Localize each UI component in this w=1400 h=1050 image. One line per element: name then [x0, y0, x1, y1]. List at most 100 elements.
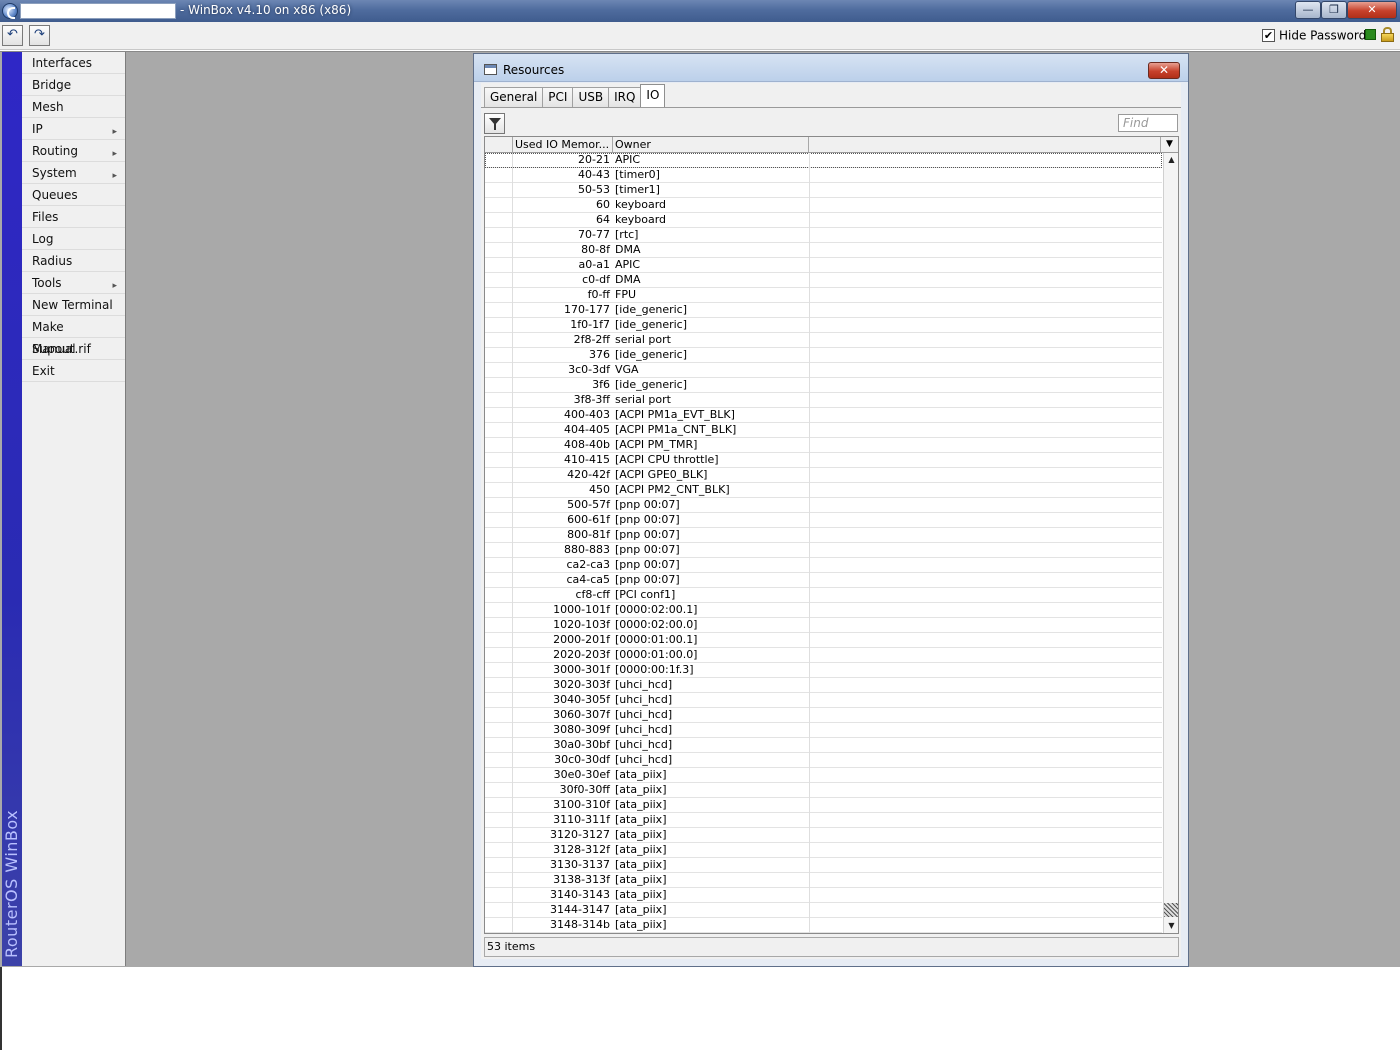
table-row[interactable]: 800-81f [pnp 00:07] [485, 528, 1162, 543]
table-row[interactable]: 30a0-30bf [uhci_hcd] [485, 738, 1162, 753]
table-row[interactable]: f0-ff FPU [485, 288, 1162, 303]
table-row[interactable]: 2f8-2ff serial port [485, 333, 1162, 348]
scroll-down-icon[interactable]: ▼ [1164, 919, 1178, 933]
winbox-app-icon[interactable] [2, 3, 18, 19]
cell-empty [809, 873, 1162, 888]
menu-item-exit[interactable]: Exit [22, 360, 125, 382]
table-row[interactable]: 30c0-30df [uhci_hcd] [485, 753, 1162, 768]
table-row[interactable]: 600-61f [pnp 00:07] [485, 513, 1162, 528]
menu-item-make-supout-rif[interactable]: Make Supout.rif [22, 316, 125, 356]
scroll-resize-grip[interactable] [1164, 903, 1178, 917]
table-row[interactable]: 404-405 [ACPI PM1a_CNT_BLK] [485, 423, 1162, 438]
table-row[interactable]: 376 [ide_generic] [485, 348, 1162, 363]
table-row[interactable]: 420-42f [ACPI GPE0_BLK] [485, 468, 1162, 483]
tab-usb[interactable]: USB [572, 87, 610, 107]
table-row[interactable]: 170-177 [ide_generic] [485, 303, 1162, 318]
menu-item-manual[interactable]: Manual [22, 338, 125, 360]
redo-button[interactable]: ↷ [29, 25, 50, 46]
menu-item-system[interactable]: System ▸ [22, 162, 125, 184]
table-row[interactable]: 1000-101f [0000:02:00.1] [485, 603, 1162, 618]
table-row[interactable]: 3020-303f [uhci_hcd] [485, 678, 1162, 693]
table-row[interactable]: 3110-311f [ata_piix] [485, 813, 1162, 828]
filter-icon[interactable] [484, 113, 505, 134]
find-input[interactable]: Find [1118, 114, 1178, 132]
table-row[interactable]: 30f0-30ff [ata_piix] [485, 783, 1162, 798]
title-address-field [20, 3, 176, 19]
close-button[interactable]: ✕ [1347, 1, 1397, 19]
vertical-scrollbar[interactable]: ▲ ▼ [1163, 153, 1178, 933]
table-row[interactable]: 3100-310f [ata_piix] [485, 798, 1162, 813]
resources-close-button[interactable]: ✕ [1148, 62, 1180, 79]
table-row[interactable]: 3128-312f [ata_piix] [485, 843, 1162, 858]
table-row[interactable]: 3f6 [ide_generic] [485, 378, 1162, 393]
table-row[interactable]: 500-57f [pnp 00:07] [485, 498, 1162, 513]
table-row[interactable]: 3130-3137 [ata_piix] [485, 858, 1162, 873]
table-row[interactable]: 3060-307f [uhci_hcd] [485, 708, 1162, 723]
table-row[interactable]: ca2-ca3 [pnp 00:07] [485, 558, 1162, 573]
table-row[interactable]: 1f0-1f7 [ide_generic] [485, 318, 1162, 333]
cell-empty [809, 528, 1162, 543]
cell-owner: [timer0] [615, 168, 660, 181]
menu-item-files[interactable]: Files [22, 206, 125, 228]
tab-general[interactable]: General [484, 87, 544, 107]
table-row[interactable]: c0-df DMA [485, 273, 1162, 288]
hide-passwords-toggle[interactable]: ✔ Hide Passwords [1262, 28, 1372, 43]
table-row[interactable]: 50-53 [timer1] [485, 183, 1162, 198]
menu-item-ip[interactable]: IP ▸ [22, 118, 125, 140]
table-row[interactable]: 70-77 [rtc] [485, 228, 1162, 243]
table-row[interactable]: 3040-305f [uhci_hcd] [485, 693, 1162, 708]
table-row[interactable]: 80-8f DMA [485, 243, 1162, 258]
menu-item-queues[interactable]: Queues [22, 184, 125, 206]
column-header-used-io[interactable]: Used IO Memor.../ [513, 137, 613, 152]
table-row[interactable]: 20-21 APIC [485, 153, 1162, 168]
cell-empty [809, 228, 1162, 243]
table-row[interactable]: a0-a1 APIC [485, 258, 1162, 273]
menu-item-interfaces[interactable]: Interfaces [22, 52, 125, 74]
hide-passwords-checkbox[interactable]: ✔ [1262, 29, 1275, 42]
table-row[interactable]: 40-43 [timer0] [485, 168, 1162, 183]
table-row[interactable]: 3148-314b [ata_piix] [485, 918, 1162, 933]
table-row[interactable]: cf8-cff [PCI conf1] [485, 588, 1162, 603]
undo-button[interactable]: ↶ [2, 25, 23, 46]
maximize-button[interactable]: ❐ [1321, 1, 1347, 19]
table-row[interactable]: 60 keyboard [485, 198, 1162, 213]
table-row[interactable]: 3f8-3ff serial port [485, 393, 1162, 408]
table-row[interactable]: 410-415 [ACPI CPU throttle] [485, 453, 1162, 468]
table-row[interactable]: ca4-ca5 [pnp 00:07] [485, 573, 1162, 588]
menu-item-tools[interactable]: Tools ▸ [22, 272, 125, 294]
row-flag-cell [485, 603, 513, 618]
menu-item-mesh[interactable]: Mesh [22, 96, 125, 118]
table-row[interactable]: 450 [ACPI PM2_CNT_BLK] [485, 483, 1162, 498]
column-header-owner[interactable]: Owner [613, 137, 809, 152]
menu-item-log[interactable]: Log [22, 228, 125, 250]
table-row[interactable]: 3120-3127 [ata_piix] [485, 828, 1162, 843]
table-row[interactable]: 3144-3147 [ata_piix] [485, 903, 1162, 918]
table-row[interactable]: 880-883 [pnp 00:07] [485, 543, 1162, 558]
table-row[interactable]: 3c0-3df VGA [485, 363, 1162, 378]
resources-title-bar[interactable]: Resources ✕ [474, 54, 1188, 82]
table-row[interactable]: 2020-203f [0000:01:00.0] [485, 648, 1162, 663]
minimize-button[interactable]: — [1295, 1, 1321, 19]
column-menu-icon[interactable]: ▼ [1161, 137, 1178, 152]
cell-owner: [uhci_hcd] [615, 723, 673, 736]
tab-io[interactable]: IO [640, 84, 666, 107]
table-row[interactable]: 3140-3143 [ata_piix] [485, 888, 1162, 903]
table-row[interactable]: 400-403 [ACPI PM1a_EVT_BLK] [485, 408, 1162, 423]
table-row[interactable]: 408-40b [ACPI PM_TMR] [485, 438, 1162, 453]
table-row[interactable]: 3080-309f [uhci_hcd] [485, 723, 1162, 738]
row-flag-cell [485, 498, 513, 513]
menu-item-routing[interactable]: Routing ▸ [22, 140, 125, 162]
scroll-up-icon[interactable]: ▲ [1164, 153, 1178, 167]
table-row[interactable]: 3000-301f [0000:00:1f.3] [485, 663, 1162, 678]
table-row[interactable]: 3138-313f [ata_piix] [485, 873, 1162, 888]
cell-empty [809, 708, 1162, 723]
table-row[interactable]: 2000-201f [0000:01:00.1] [485, 633, 1162, 648]
table-row[interactable]: 30e0-30ef [ata_piix] [485, 768, 1162, 783]
menu-item-radius[interactable]: Radius [22, 250, 125, 272]
menu-item-bridge[interactable]: Bridge [22, 74, 125, 96]
tab-irq[interactable]: IRQ [608, 87, 642, 107]
menu-item-new-terminal[interactable]: New Terminal [22, 294, 125, 316]
table-row[interactable]: 64 keyboard [485, 213, 1162, 228]
table-row[interactable]: 1020-103f [0000:02:00.0] [485, 618, 1162, 633]
tab-pci[interactable]: PCI [542, 87, 574, 107]
